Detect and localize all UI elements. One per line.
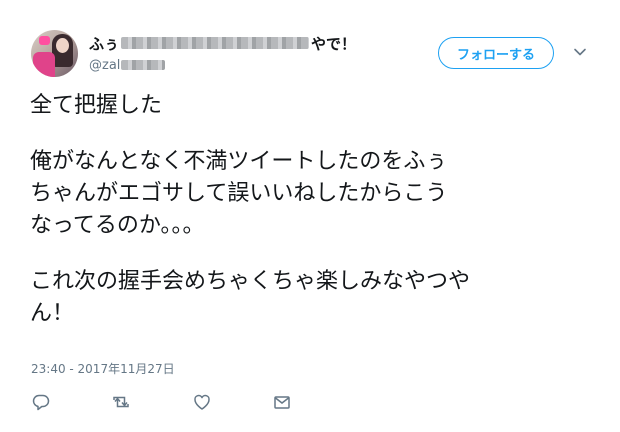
tweet-line: ちゃんがエゴサして誤いいねしたからこう <box>30 181 448 206</box>
tweet-text: 全て把握した俺がなんとなく不満ツイートしたのをふぅ ちゃんがエゴサして誤いいねした… <box>30 90 600 330</box>
tweet-line: 俺がなんとなく不満ツイートしたのをふぅ <box>30 149 448 174</box>
user-avatar[interactable] <box>31 30 78 77</box>
chevron-down-icon[interactable] <box>573 45 587 59</box>
display-name[interactable]: ふぅ やで！ <box>89 33 356 53</box>
redacted-name-blur <box>121 37 310 49</box>
avatar-badge <box>39 36 50 45</box>
tweet-line: なってるのか。。。 <box>30 213 205 238</box>
follow-button[interactable]: フォローする <box>438 37 554 69</box>
tweet-paragraph-gap <box>30 122 600 146</box>
avatar-face <box>56 38 69 53</box>
tweet-line: 全て把握した <box>30 93 163 118</box>
tweet-actions <box>31 392 311 416</box>
display-name-end: やで！ <box>311 34 357 53</box>
redacted-handle-blur <box>121 60 166 70</box>
handle-prefix: @zal <box>89 57 121 73</box>
tweet-paragraph-gap <box>30 242 600 266</box>
tweet-line: これ次の握手会めちゃくちゃ楽しみなやつや <box>30 269 471 294</box>
avatar-shirt <box>33 52 55 77</box>
user-handle[interactable]: @zal <box>89 56 166 74</box>
reply-icon[interactable] <box>31 392 51 412</box>
tweet-line: ん！ <box>30 301 75 326</box>
retweet-icon[interactable] <box>111 392 131 412</box>
tweet-timestamp[interactable]: 23:40 - 2017年11月27日 <box>31 360 175 377</box>
direct-message-icon[interactable] <box>272 392 292 412</box>
like-heart-icon[interactable] <box>192 392 212 412</box>
display-name-start: ふぅ <box>89 34 120 53</box>
